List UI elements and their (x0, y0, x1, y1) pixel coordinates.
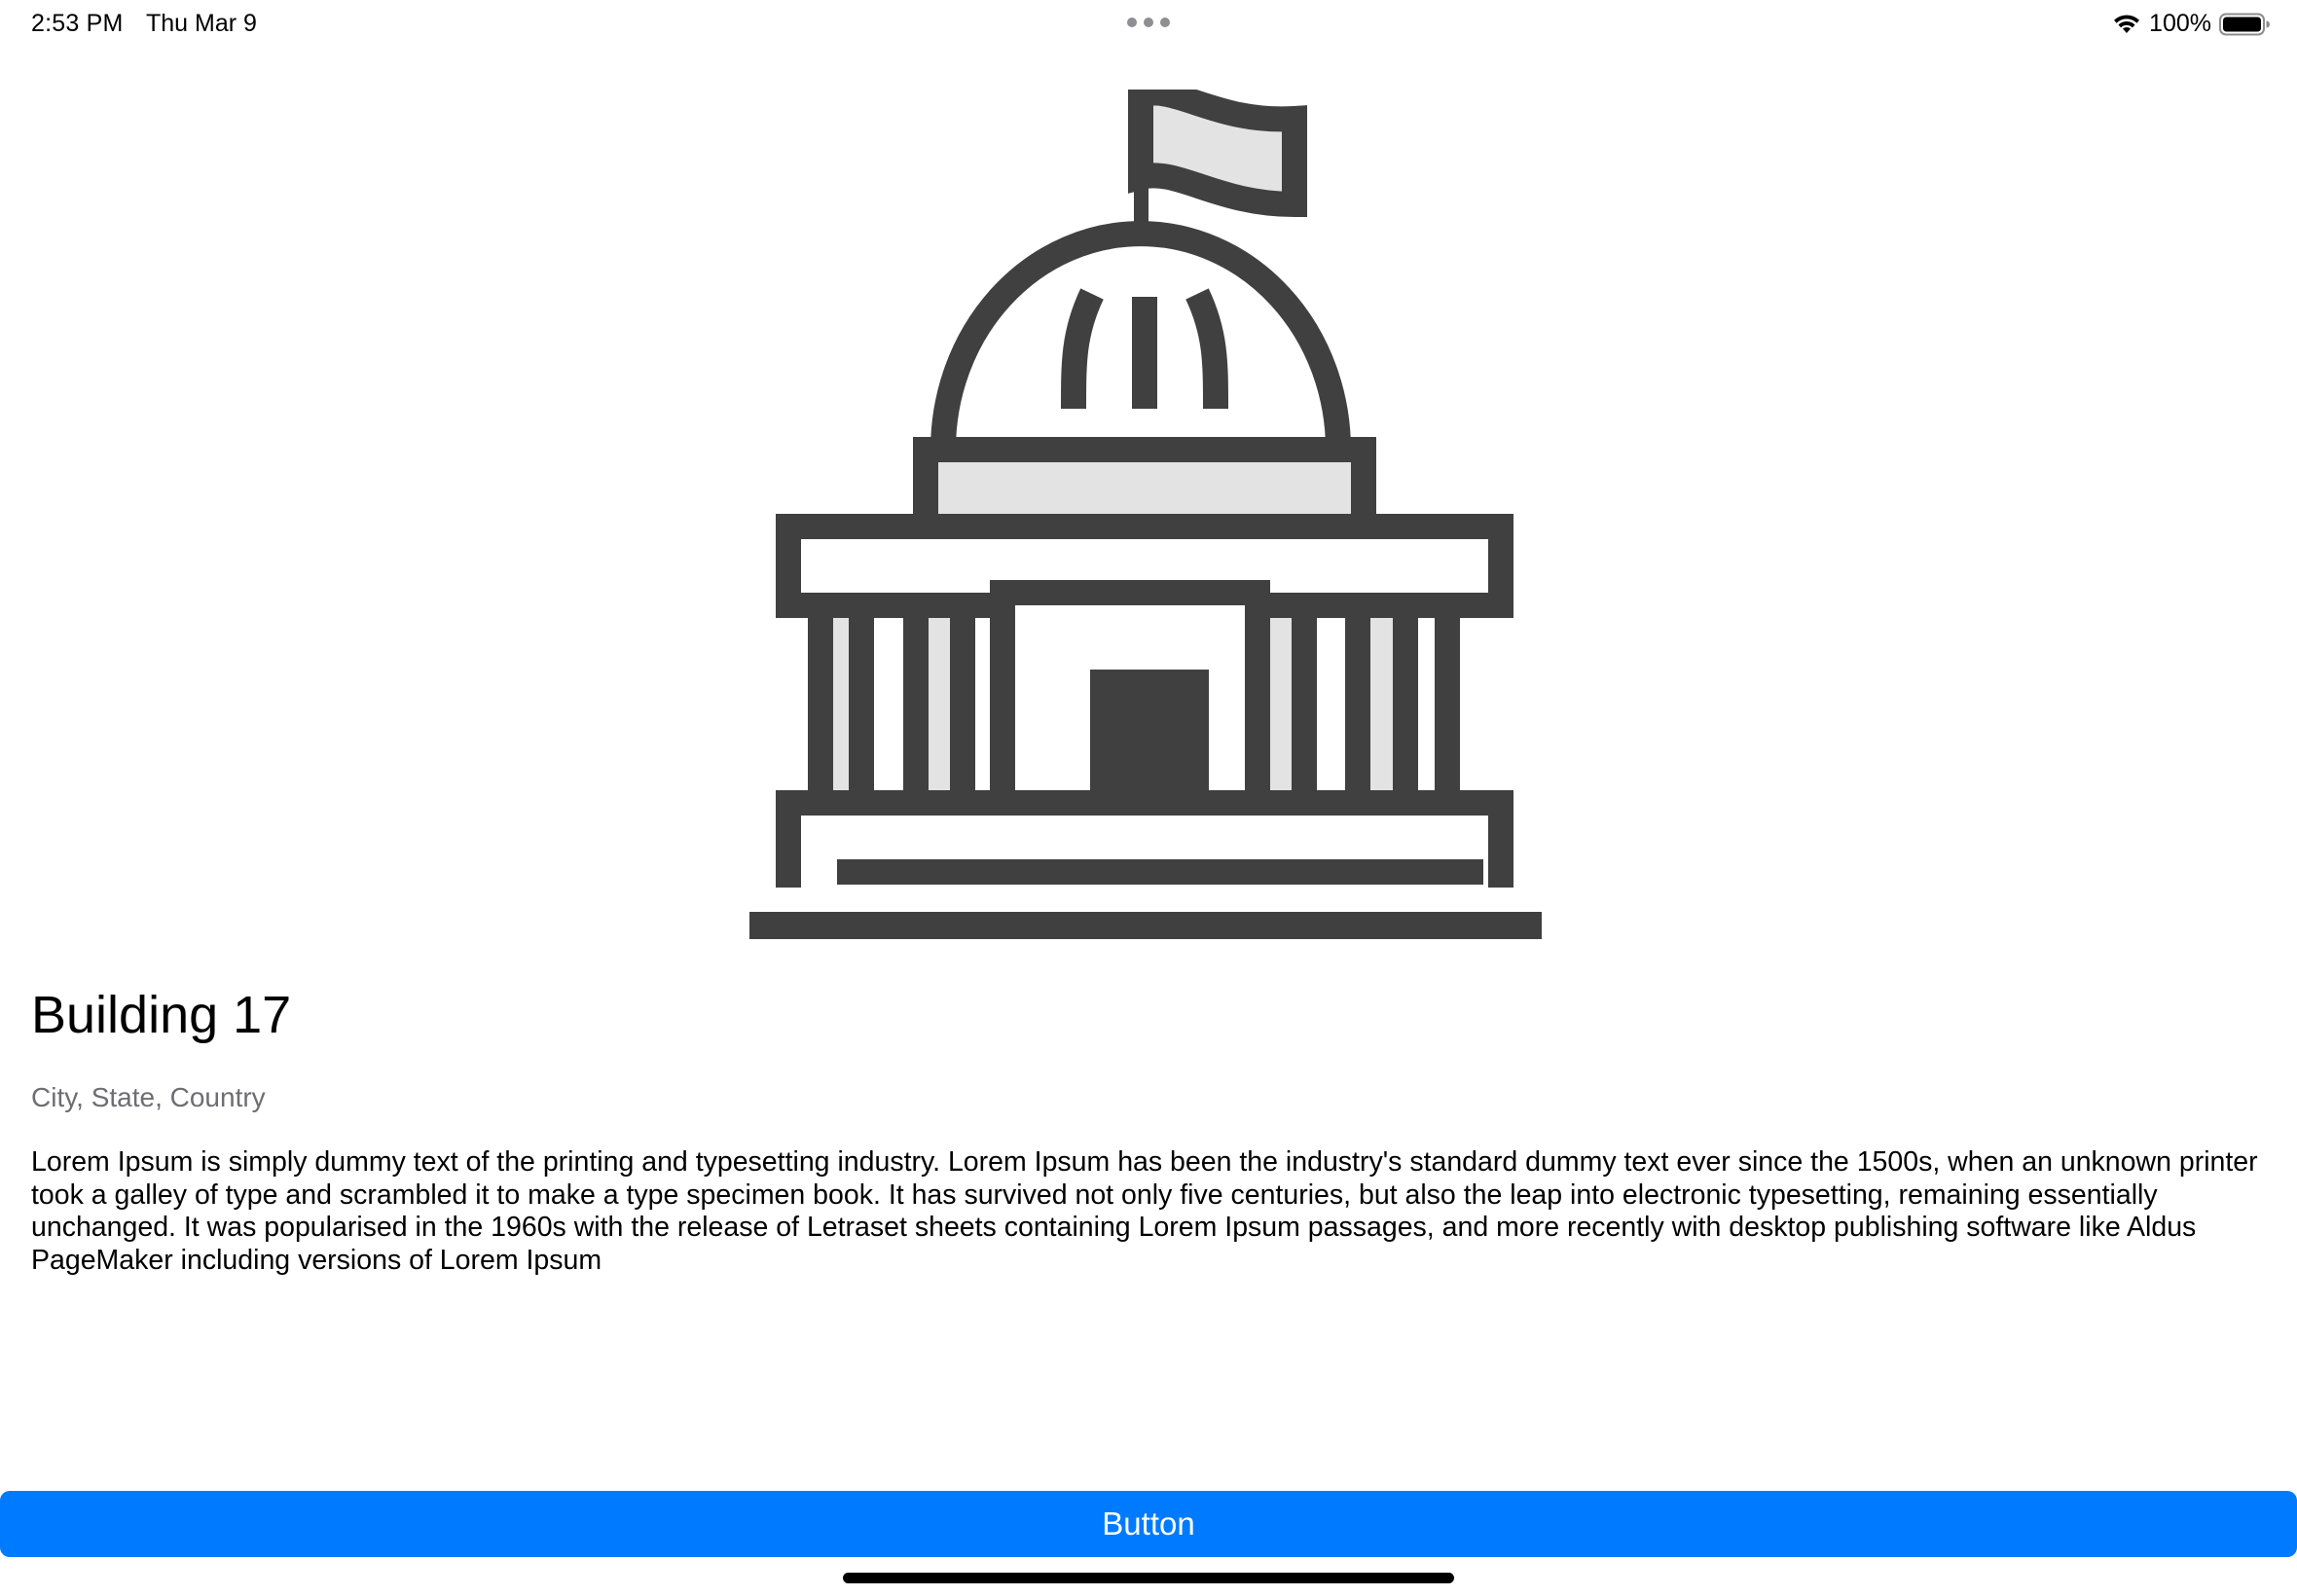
battery-icon (2219, 13, 2270, 35)
battery-percentage: 100% (2149, 10, 2211, 37)
primary-button[interactable]: Button (0, 1491, 2297, 1557)
status-date: Thu Mar 9 (146, 10, 257, 37)
status-time: 2:53 PM (31, 10, 124, 37)
home-indicator[interactable] (843, 1573, 1454, 1583)
location-subtitle: City, State, Country (31, 1082, 266, 1112)
status-right-group: 100% (2112, 10, 2270, 38)
status-bar: 2:53 PM Thu Mar 9 100% (0, 0, 2297, 47)
wifi-icon (2114, 14, 2140, 33)
multitasking-menu-icon[interactable] (1127, 18, 1170, 27)
capitol-building-icon (749, 90, 1542, 939)
description-text: Lorem Ipsum is simply dummy text of the … (31, 1146, 2258, 1276)
page-title: Building 17 (31, 986, 292, 1044)
